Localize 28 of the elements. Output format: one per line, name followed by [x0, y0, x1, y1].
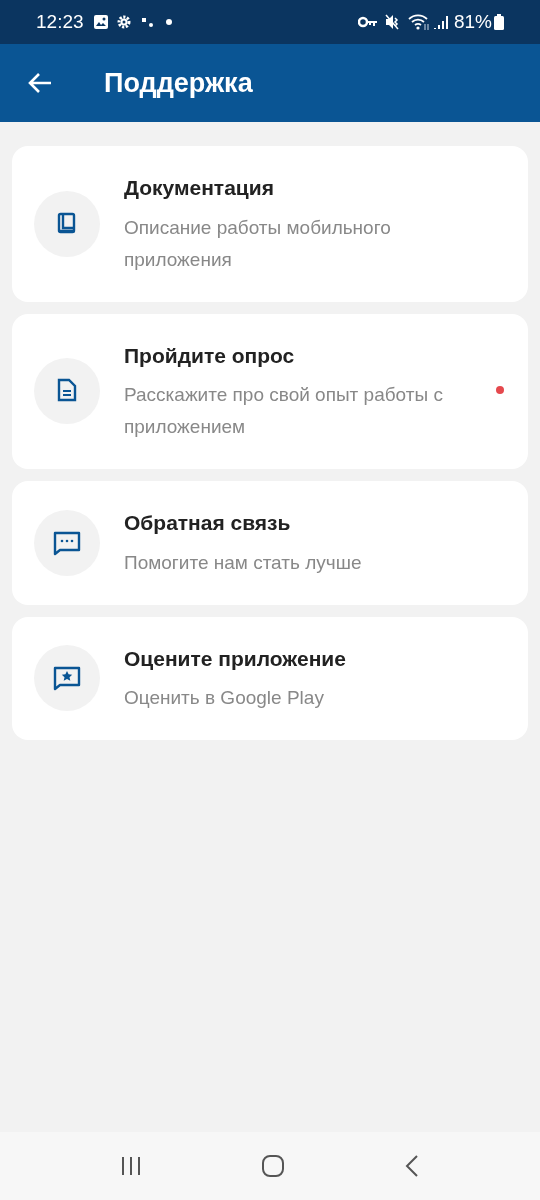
status-time: 12:23 [36, 9, 84, 34]
back-nav-icon[interactable] [404, 1155, 421, 1177]
menu-card[interactable]: Документация Описание работы мобильного приложения [12, 146, 528, 302]
menu-card[interactable]: Оцените приложение Оценить в Google Play [12, 616, 528, 740]
settings-icon [115, 14, 132, 30]
card-title: Пройдите опрос [124, 342, 296, 369]
card-subtitle: Описание работы мобильного приложения [124, 215, 392, 272]
menu-card[interactable]: Пройдите опрос Расскажите про свой опыт работы с приложением [12, 313, 528, 469]
recent-apps-icon[interactable] [119, 1156, 142, 1176]
battery-icon [494, 14, 504, 30]
card-subtitle: Помогите нам стать лучше [124, 550, 363, 575]
signal-icon [433, 14, 448, 30]
notification-dot-icon [165, 19, 172, 25]
menu-card[interactable]: Обратная связь Помогите нам стать лучше [12, 481, 528, 605]
card-title: Оцените приложение [124, 645, 347, 672]
card-title: Документация [124, 175, 275, 201]
card-title: Обратная связь [124, 510, 292, 536]
key-icon [357, 16, 378, 28]
wifi-icon [407, 14, 430, 30]
card-subtitle: Оценить в Google Play [124, 686, 325, 710]
back-arrow-icon [28, 72, 52, 94]
gallery-icon [92, 14, 109, 30]
home-icon[interactable] [261, 1154, 285, 1178]
card-subtitle: Расскажите про свой опыт работы с приложением [124, 383, 444, 439]
mute-icon [384, 14, 401, 30]
dots-icon [141, 16, 154, 28]
screen-title: Поддержка [104, 66, 253, 100]
battery-level: 81% [453, 9, 492, 34]
